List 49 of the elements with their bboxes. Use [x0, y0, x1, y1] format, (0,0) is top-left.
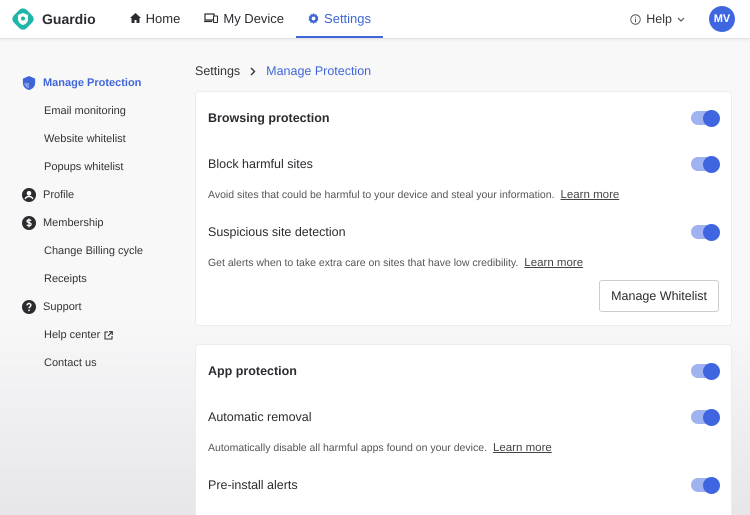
sidebar-subitem[interactable]: Email monitoring: [22, 97, 180, 125]
sidebar-subitem[interactable]: Change Billing cycle: [22, 237, 180, 265]
sidebar-subitem[interactable]: Popups whitelist: [22, 153, 180, 181]
chevron-right-icon: [250, 66, 256, 76]
sidebar-subitem[interactable]: Contact us: [22, 349, 180, 377]
sidebar-item[interactable]: Manage Protection: [22, 69, 180, 97]
user-avatar[interactable]: MV: [709, 6, 735, 32]
setting-label: Block harmful sites: [208, 157, 313, 171]
dollar-icon: [22, 216, 36, 230]
nav-tab[interactable]: Settings: [296, 0, 384, 38]
home-icon: [130, 13, 141, 23]
external-link-icon: [104, 330, 114, 340]
question-icon: [22, 300, 36, 314]
toggle-switch[interactable]: [691, 225, 719, 239]
nav-tab[interactable]: Home: [118, 0, 192, 38]
toggle-switch[interactable]: [691, 478, 719, 492]
sidebar-item[interactable]: Profile: [22, 181, 180, 209]
profile-icon: [22, 188, 36, 202]
shield-icon: [22, 76, 36, 90]
sidebar-item[interactable]: Support: [22, 293, 180, 321]
setting-label: Pre-install alerts: [208, 478, 298, 492]
setting-description: Avoid sites that could be harmful to your device and steal your information.: [208, 189, 554, 201]
sidebar-subitem[interactable]: Receipts: [22, 265, 180, 293]
help-menu[interactable]: Help: [624, 0, 691, 38]
sidebar-subitem[interactable]: Help center: [22, 321, 180, 349]
card-title: Browsing protection: [208, 111, 330, 125]
sidebar-subitem[interactable]: Website whitelist: [22, 125, 180, 153]
gear-icon: [308, 12, 320, 24]
learn-more-link[interactable]: Learn more: [493, 442, 552, 454]
nav-tab[interactable]: My Device: [192, 0, 296, 38]
breadcrumb-item: Manage Protection: [266, 64, 372, 78]
devices-icon: [204, 13, 218, 23]
setting-label: Automatic removal: [208, 410, 312, 424]
brand-name: Guardio: [42, 11, 96, 27]
toggle-switch[interactable]: [691, 157, 719, 171]
info-icon: [630, 14, 642, 24]
toggle-switch[interactable]: [691, 364, 719, 378]
learn-more-link[interactable]: Learn more: [560, 189, 620, 201]
setting-label: Suspicious site detection: [208, 225, 346, 239]
manage-whitelist-button[interactable]: Manage Whitelist: [599, 280, 719, 312]
toggle-switch[interactable]: [691, 410, 719, 424]
sidebar-item[interactable]: Membership: [22, 209, 180, 237]
breadcrumb-item[interactable]: Settings: [195, 64, 240, 78]
learn-more-link[interactable]: Learn more: [524, 257, 584, 269]
chevron-down-icon: [677, 16, 685, 22]
card-title: App protection: [208, 364, 297, 378]
setting-description: Get alerts when to take extra care on sites that have low credibility.: [208, 257, 518, 269]
toggle-switch[interactable]: [691, 111, 719, 125]
setting-description: Automatically disable all harmful apps found on your device.: [208, 442, 487, 454]
